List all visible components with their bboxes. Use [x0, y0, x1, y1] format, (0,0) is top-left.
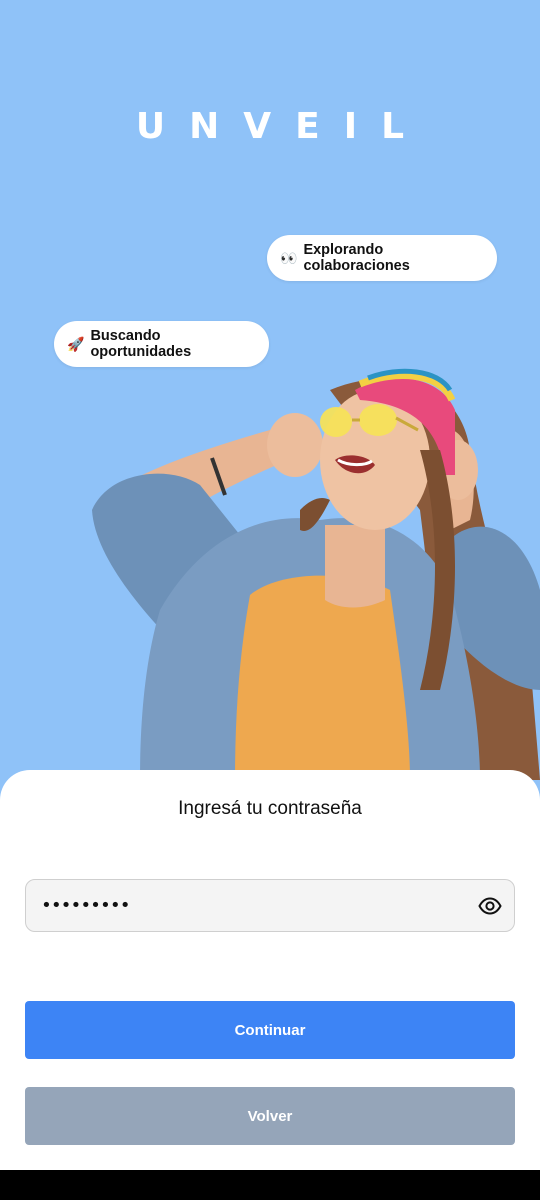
- system-nav-bar: [0, 1170, 540, 1200]
- hero-person-image: [92, 368, 540, 780]
- page-title: Ingresá tu contraseña: [178, 798, 362, 819]
- password-field-wrapper: [25, 879, 515, 932]
- chip-label: Buscando oportunidades: [90, 328, 192, 360]
- login-screen: UNVEIL 👀 Explorando colaboraciones 🚀 Bus…: [0, 0, 540, 1170]
- brand-logo: UNVEIL: [135, 106, 429, 147]
- password-input[interactable]: [26, 880, 466, 931]
- chip-explorando: 👀 Explorando colaboraciones: [267, 235, 497, 281]
- continue-button[interactable]: Continuar: [25, 1001, 515, 1059]
- back-button[interactable]: Volver: [25, 1087, 515, 1145]
- eye-icon[interactable]: [478, 894, 502, 918]
- eyes-icon: 👀: [280, 249, 298, 266]
- chip-label: Explorando colaboraciones: [303, 242, 410, 274]
- rocket-icon: 🚀: [67, 335, 85, 352]
- password-sheet: Ingresá tu contraseña Continuar Volver: [0, 770, 540, 1170]
